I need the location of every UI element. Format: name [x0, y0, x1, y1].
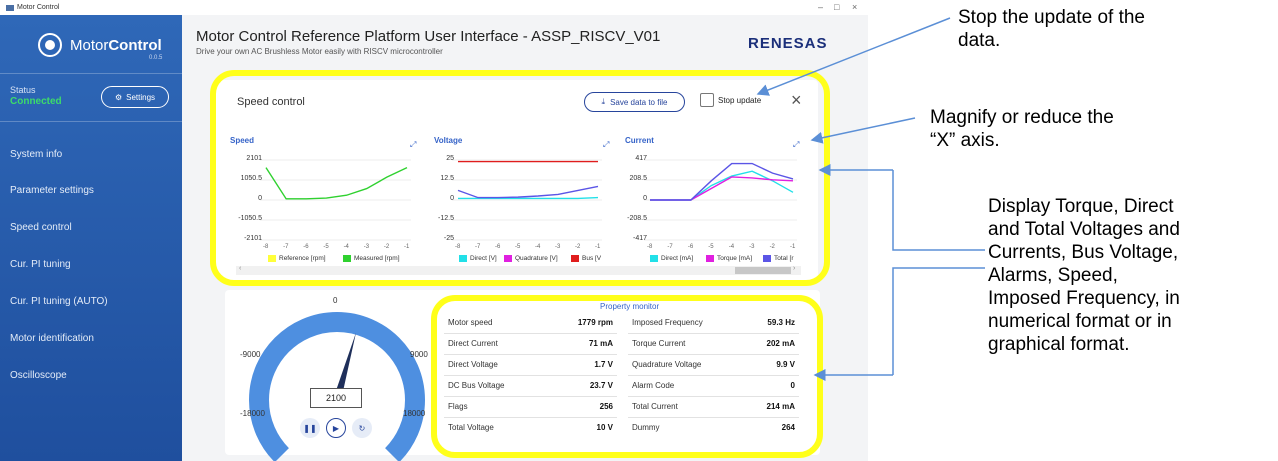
- annotation-magnify: Magnify or reduce the “X” axis.: [930, 107, 1114, 151]
- annotation-display: Display Torque, Direct and Total Voltages…: [988, 196, 1180, 355]
- arrow-display: [892, 170, 985, 251]
- arrow-magnify: [810, 117, 916, 144]
- annotation-stop-update: Stop the update of the data.: [958, 7, 1145, 51]
- arrow-stop-update: [756, 17, 951, 96]
